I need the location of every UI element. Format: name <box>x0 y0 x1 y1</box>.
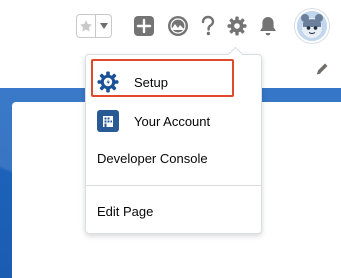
your-account-icon <box>97 110 119 132</box>
menu-item-edit-page[interactable]: Edit Page <box>86 199 261 223</box>
trailhead-icon[interactable] <box>166 14 190 38</box>
menu-item-label: Edit Page <box>97 203 154 219</box>
menu-item-label: Your Account <box>134 113 211 129</box>
menu-item-label: Developer Console <box>97 150 208 166</box>
menu-divider <box>86 185 261 186</box>
setup-gear-icon <box>97 71 119 93</box>
menu-item-label: Setup <box>134 74 168 90</box>
page: Setup Your Account Developer Console Edi… <box>0 0 341 278</box>
edit-pencil-icon[interactable] <box>315 62 331 78</box>
setup-gear-icon[interactable] <box>225 14 249 38</box>
menu-item-setup[interactable]: Setup <box>86 64 261 100</box>
menu-item-developer-console[interactable]: Developer Console <box>86 145 261 171</box>
help-icon[interactable] <box>196 14 220 38</box>
setup-dropdown-menu: Setup Your Account Developer Console Edi… <box>85 46 262 234</box>
menu-item-your-account[interactable]: Your Account <box>86 106 261 136</box>
user-avatar[interactable] <box>295 9 329 43</box>
favorite-star-icon[interactable] <box>77 15 95 37</box>
notifications-bell-icon[interactable] <box>256 14 280 38</box>
favorites-dropdown-icon[interactable] <box>95 15 111 37</box>
global-actions-icon[interactable] <box>132 14 156 38</box>
favorites-button-group <box>76 14 112 38</box>
global-header <box>0 0 341 50</box>
